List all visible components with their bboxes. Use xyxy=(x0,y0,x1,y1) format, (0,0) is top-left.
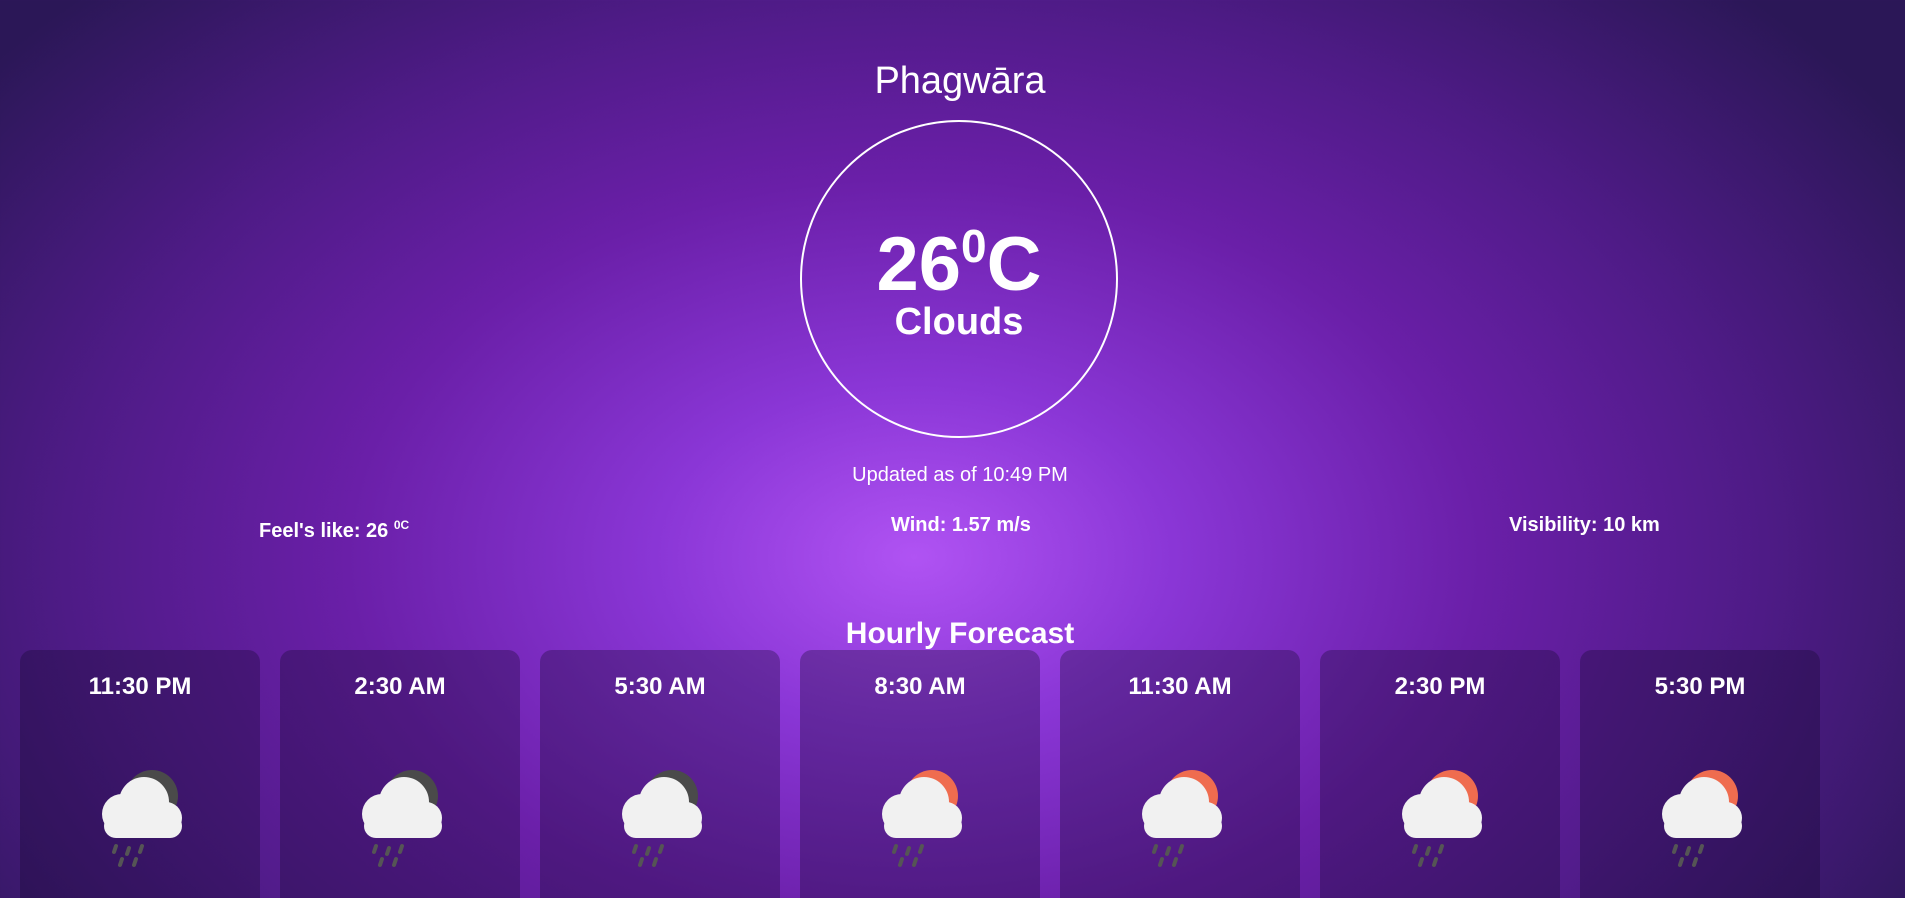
forecast-time: 2:30 AM xyxy=(354,673,446,700)
forecast-time: 11:30 AM xyxy=(1128,673,1232,700)
city-name: Phagwāra xyxy=(874,60,1046,103)
forecast-time: 5:30 PM xyxy=(1654,673,1746,700)
forecast-time: 5:30 AM xyxy=(614,673,706,700)
wind-speed: Wind: 1.57 m/s xyxy=(891,514,1031,536)
feels-like-value: Feel's like: 26 xyxy=(259,520,389,542)
forecast-card: 11:30 AM xyxy=(1060,650,1300,898)
cloud-sun-rain-icon xyxy=(866,762,978,874)
current-temperature-circle: 260C Clouds xyxy=(800,120,1118,438)
weather-condition: Clouds xyxy=(894,301,1024,343)
hourly-forecast-title: Hourly Forecast xyxy=(845,616,1075,650)
cloud-moon-rain-icon xyxy=(346,762,458,874)
cloud-sun-rain-icon xyxy=(1386,762,1498,874)
updated-time: Updated as of 10:49 PM xyxy=(852,464,1068,486)
forecast-card: 2:30 PM xyxy=(1320,650,1560,898)
cloud-sun-rain-icon xyxy=(1646,762,1758,874)
temperature-unit: C xyxy=(986,222,1042,307)
cloud-moon-rain-icon xyxy=(86,762,198,874)
forecast-card: 5:30 PM xyxy=(1580,650,1820,898)
cloud-moon-rain-icon xyxy=(606,762,718,874)
forecast-time: 8:30 AM xyxy=(874,673,966,700)
forecast-card: 11:30 PM xyxy=(20,650,260,898)
forecast-card: 5:30 AM xyxy=(540,650,780,898)
forecast-card: 2:30 AM xyxy=(280,650,520,898)
forecast-time: 11:30 PM xyxy=(88,673,192,700)
feels-like-unit: 0C xyxy=(393,518,410,532)
current-temperature: 260C xyxy=(802,206,1116,305)
forecast-time: 2:30 PM xyxy=(1394,673,1486,700)
cloud-sun-rain-icon xyxy=(1126,762,1238,874)
feels-like: Feel's like: 26 0C xyxy=(259,512,409,544)
degree-mark: 0 xyxy=(961,220,987,272)
temperature-number: 26 xyxy=(876,222,962,307)
visibility: Visibility: 10 km xyxy=(1509,514,1660,536)
forecast-card: 8:30 AM xyxy=(800,650,1040,898)
